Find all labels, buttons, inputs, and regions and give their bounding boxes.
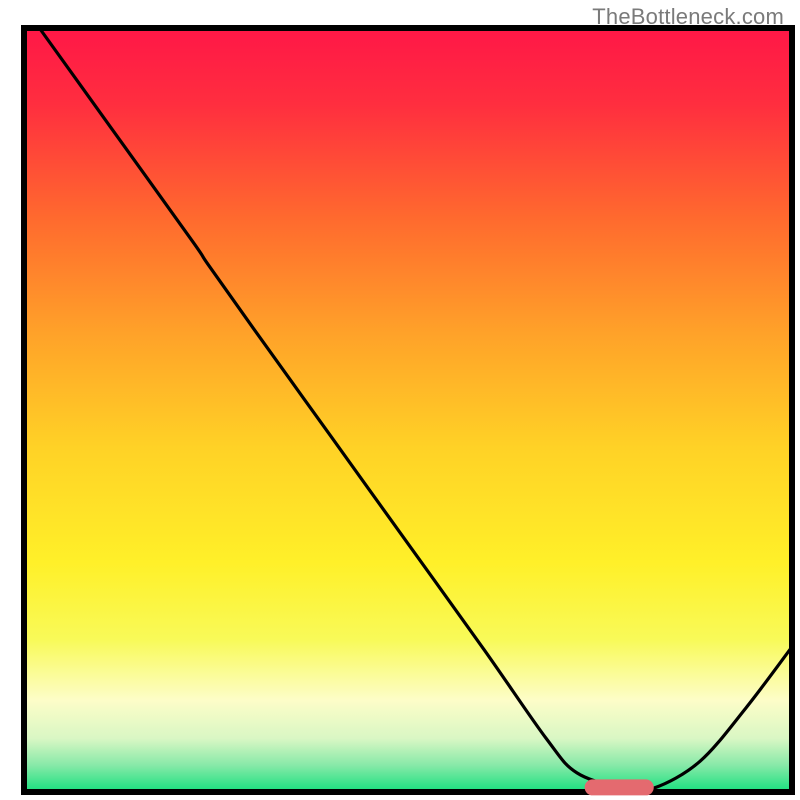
valley-marker xyxy=(585,779,654,795)
watermark-text: TheBottleneck.com xyxy=(592,4,784,30)
chart-svg xyxy=(0,0,800,800)
chart-background xyxy=(24,28,792,792)
chart-container: TheBottleneck.com xyxy=(0,0,800,800)
